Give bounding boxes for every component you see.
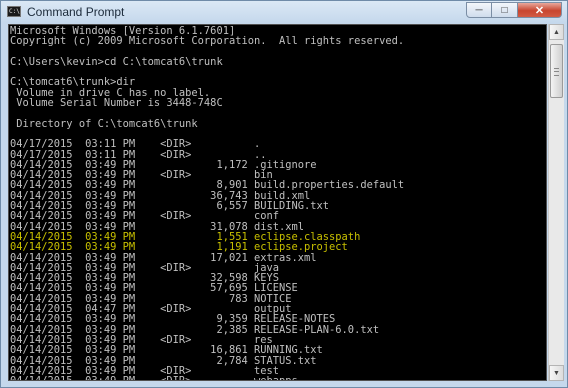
console-output[interactable]: Microsoft Windows [Version 6.1.7601] Copy… [8, 24, 547, 381]
console-line: 04/14/2015 03:49 PM 1,191 eclipse.projec… [10, 241, 348, 254]
vertical-scrollbar[interactable]: ▲ ▼ [548, 24, 564, 381]
console-line: 04/14/2015 03:49 PM <DIR> webapps [10, 376, 404, 380]
grip-icon [554, 68, 559, 76]
title-bar[interactable]: C:\ Command Prompt ─ □ ✕ [1, 1, 567, 23]
command-prompt-window: C:\ Command Prompt ─ □ ✕ Microsoft Windo… [0, 0, 568, 388]
console-lines: Microsoft Windows [Version 6.1.7601] Copy… [10, 26, 405, 380]
console-line: C:\Users\kevin>cd C:\tomcat6\trunk [10, 55, 223, 68]
close-button[interactable]: ✕ [518, 2, 562, 18]
console-line: Directory of C:\tomcat6\trunk [10, 117, 198, 130]
console-line: Copyright (c) 2009 Microsoft Corporation… [10, 35, 405, 48]
maximize-button[interactable]: □ [492, 2, 518, 18]
window-controls: ─ □ ✕ [466, 2, 562, 19]
command-prompt-icon[interactable]: C:\ [7, 6, 21, 17]
console-line: Volume Serial Number is 3448-748C [10, 97, 223, 110]
scroll-up-icon[interactable]: ▲ [549, 24, 564, 40]
window-title: Command Prompt [27, 5, 125, 19]
minimize-button[interactable]: ─ [466, 2, 492, 18]
console-line: 04/14/2015 03:49 PM 16,861 RUNNING.txt [10, 344, 323, 357]
scrollbar-thumb[interactable] [550, 44, 563, 98]
scroll-down-icon[interactable]: ▼ [549, 365, 564, 381]
